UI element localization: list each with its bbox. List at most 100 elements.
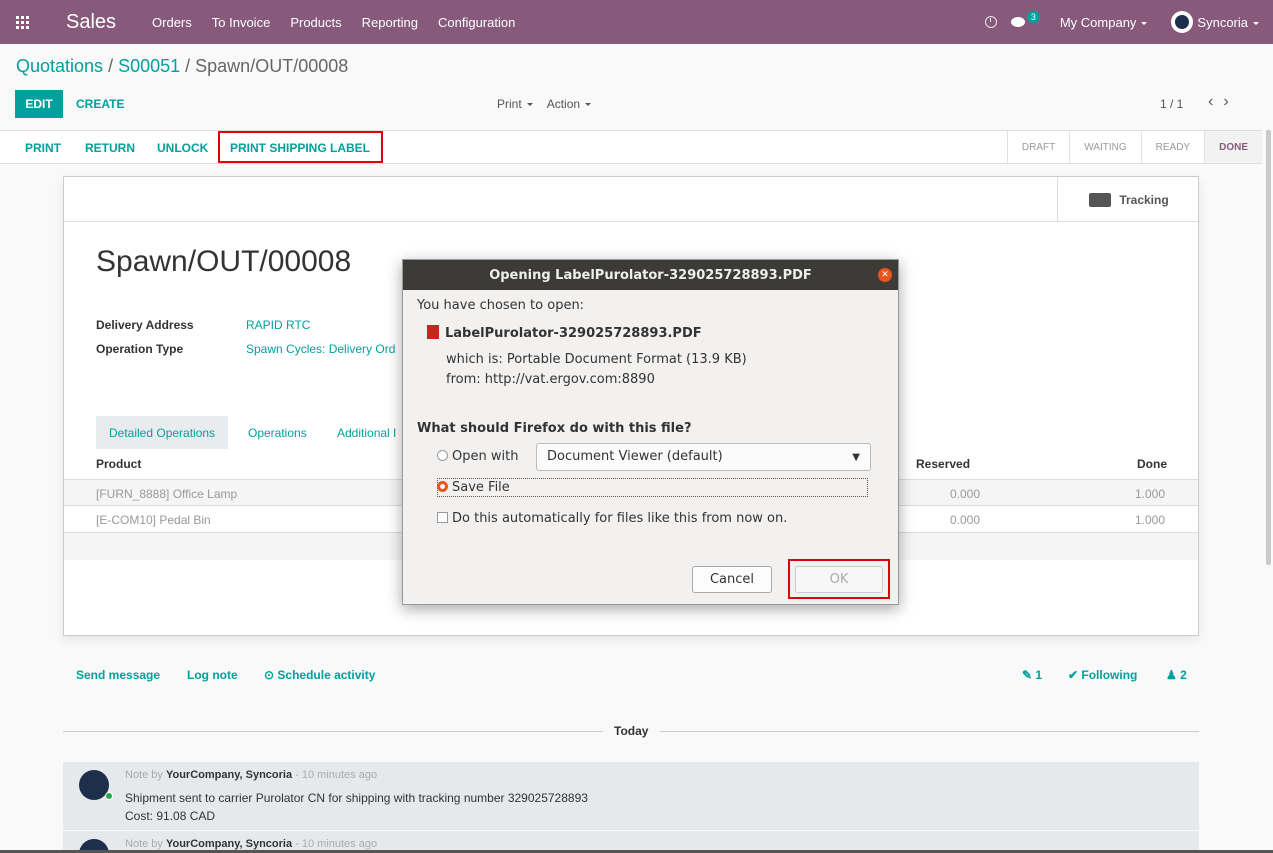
menu-products[interactable]: Products <box>290 15 341 30</box>
followers-button[interactable]: ♟ 2 <box>1166 668 1187 682</box>
breadcrumb-quotations[interactable]: Quotations <box>16 56 103 76</box>
action-label: Action <box>546 97 581 111</box>
column-done[interactable]: Done <box>1137 457 1167 471</box>
company-switcher[interactable]: My Company <box>1060 15 1148 30</box>
stage-ready[interactable]: READY <box>1140 131 1204 163</box>
chatter-message: Note by YourCompany, Syncoria - 10 minut… <box>63 831 1199 851</box>
caret-down-icon <box>1253 21 1259 25</box>
messages-badge: 3 <box>1026 11 1040 23</box>
row-reserved: 0.000 <box>950 487 981 501</box>
action-dropdown[interactable]: Action <box>546 97 592 111</box>
menu-orders[interactable]: Orders <box>152 15 192 30</box>
message-body: Shipment sent to carrier Purolator CN fo… <box>125 791 588 805</box>
chevron-down-icon: ▼ <box>852 452 860 463</box>
breadcrumb-separator: / <box>103 56 119 76</box>
pager-nav: ‹› <box>1208 93 1239 111</box>
schedule-activity-button[interactable]: ⊙ Schedule activity <box>264 668 375 682</box>
row-done: 1.000 <box>1135 513 1166 527</box>
date-separator: Today <box>614 724 649 738</box>
stage-draft[interactable]: DRAFT <box>1006 131 1069 163</box>
company-name: My Company <box>1059 14 1137 30</box>
field-label-delivery-address: Delivery Address <box>96 318 194 332</box>
caret-down-icon <box>585 103 592 107</box>
following-button[interactable]: ✔ Following <box>1068 668 1137 682</box>
close-icon[interactable]: ✕ <box>878 268 892 282</box>
print-label: Print <box>497 97 522 111</box>
truck-icon <box>1089 192 1112 207</box>
breadcrumb-order[interactable]: S00051 <box>118 56 180 76</box>
file-type: which is: Portable Document Format (13.9… <box>446 352 747 367</box>
application-select[interactable]: Document Viewer (default) ▼ <box>536 443 871 471</box>
breadcrumb-separator: / <box>180 56 196 76</box>
pager-value[interactable]: 1 / 1 <box>1160 97 1183 111</box>
page-scrollbar[interactable] <box>1266 130 1271 565</box>
column-reserved[interactable]: Reserved <box>916 457 970 471</box>
pager-next-icon[interactable]: › <box>1223 93 1238 110</box>
message-time: - 10 minutes ago <box>292 838 378 850</box>
print-dropdown[interactable]: Print <box>497 97 533 111</box>
message-author[interactable]: YourCompany, Syncoria <box>166 769 292 781</box>
field-operation-type[interactable]: Spawn Cycles: Delivery Ord <box>246 342 395 356</box>
divider <box>63 731 603 732</box>
dialog-title: Opening LabelPurolator-329025728893.PDF <box>489 267 812 283</box>
divider <box>64 221 1200 222</box>
messages-icon[interactable] <box>1010 17 1025 27</box>
edit-button[interactable]: EDIT <box>15 90 63 118</box>
dialog-titlebar[interactable]: Opening LabelPurolator-329025728893.PDF … <box>403 260 898 290</box>
stage-done[interactable]: DONE <box>1204 131 1262 163</box>
cancel-button[interactable]: Cancel <box>692 566 772 593</box>
open-with-label: Open with <box>452 449 519 464</box>
auto-label: Do this automatically for files like thi… <box>452 511 788 526</box>
chatter-message: Note by YourCompany, Syncoria - 10 minut… <box>63 762 1199 830</box>
field-delivery-address[interactable]: RAPID RTC <box>246 318 310 332</box>
ok-button-highlight <box>788 559 890 599</box>
navbar-systray: 3 My Company Syncoria <box>984 0 1273 44</box>
dialog-intro: You have chosen to open: <box>417 298 585 313</box>
auto-checkbox[interactable] <box>437 512 448 523</box>
app-name[interactable]: Sales <box>66 11 116 34</box>
application-select-value: Document Viewer (default) <box>547 449 723 464</box>
action-menus: Print Action <box>497 97 592 111</box>
print-button[interactable]: PRINT <box>25 141 61 155</box>
auto-option[interactable]: Do this automatically for files like thi… <box>437 511 787 526</box>
menu-to-invoice[interactable]: To Invoice <box>212 15 271 30</box>
file-source: from: http://vat.ergov.com:8890 <box>446 372 655 387</box>
caret-down-icon <box>1141 21 1148 25</box>
message-time: - 10 minutes ago <box>292 769 378 781</box>
apps-menu-icon[interactable] <box>0 0 44 44</box>
open-with-option[interactable]: Open with <box>437 449 518 464</box>
row-product: [E-COM10] Pedal Bin <box>96 513 211 527</box>
unlock-button[interactable]: UNLOCK <box>157 141 208 155</box>
create-button[interactable]: CREATE <box>76 97 124 111</box>
save-file-option[interactable]: Save File <box>437 480 510 495</box>
radio-save-file[interactable] <box>437 481 448 492</box>
log-note-button[interactable]: Log note <box>187 668 238 682</box>
message-author[interactable]: YourCompany, Syncoria <box>166 838 292 850</box>
user-menu[interactable]: Syncoria <box>1197 15 1259 30</box>
print-shipping-label-highlight <box>218 131 383 163</box>
message-prefix: Note by <box>125 838 166 850</box>
dialog-filename: LabelPurolator-329025728893.PDF <box>427 325 702 341</box>
online-status-icon <box>105 792 113 800</box>
stage-waiting[interactable]: WAITING <box>1069 131 1140 163</box>
return-button[interactable]: RETURN <box>85 141 135 155</box>
message-cost: Cost: 91.08 CAD <box>125 809 216 823</box>
dialog-question: What should Firefox do with this file? <box>417 421 692 436</box>
radio-open-with[interactable] <box>437 450 448 461</box>
pager-prev-icon[interactable]: ‹ <box>1208 93 1223 110</box>
send-message-button[interactable]: Send message <box>76 668 160 682</box>
file-open-dialog: Opening LabelPurolator-329025728893.PDF … <box>402 259 899 605</box>
activity-clock-icon[interactable] <box>984 16 997 28</box>
column-product[interactable]: Product <box>96 457 141 471</box>
menu-configuration[interactable]: Configuration <box>438 15 515 30</box>
save-file-label: Save File <box>452 480 510 495</box>
menu-reporting[interactable]: Reporting <box>362 15 418 30</box>
tab-detailed-operations[interactable]: Detailed Operations <box>96 416 229 449</box>
message-prefix: Note by <box>125 769 166 781</box>
tab-additional-info[interactable]: Additional I <box>337 426 396 440</box>
tracking-button[interactable]: Tracking <box>1057 177 1200 222</box>
user-avatar[interactable] <box>1171 11 1194 33</box>
attachments-button[interactable]: ✎ 1 <box>1022 668 1042 682</box>
tab-operations[interactable]: Operations <box>248 426 307 440</box>
user-name: Syncoria <box>1197 14 1248 30</box>
